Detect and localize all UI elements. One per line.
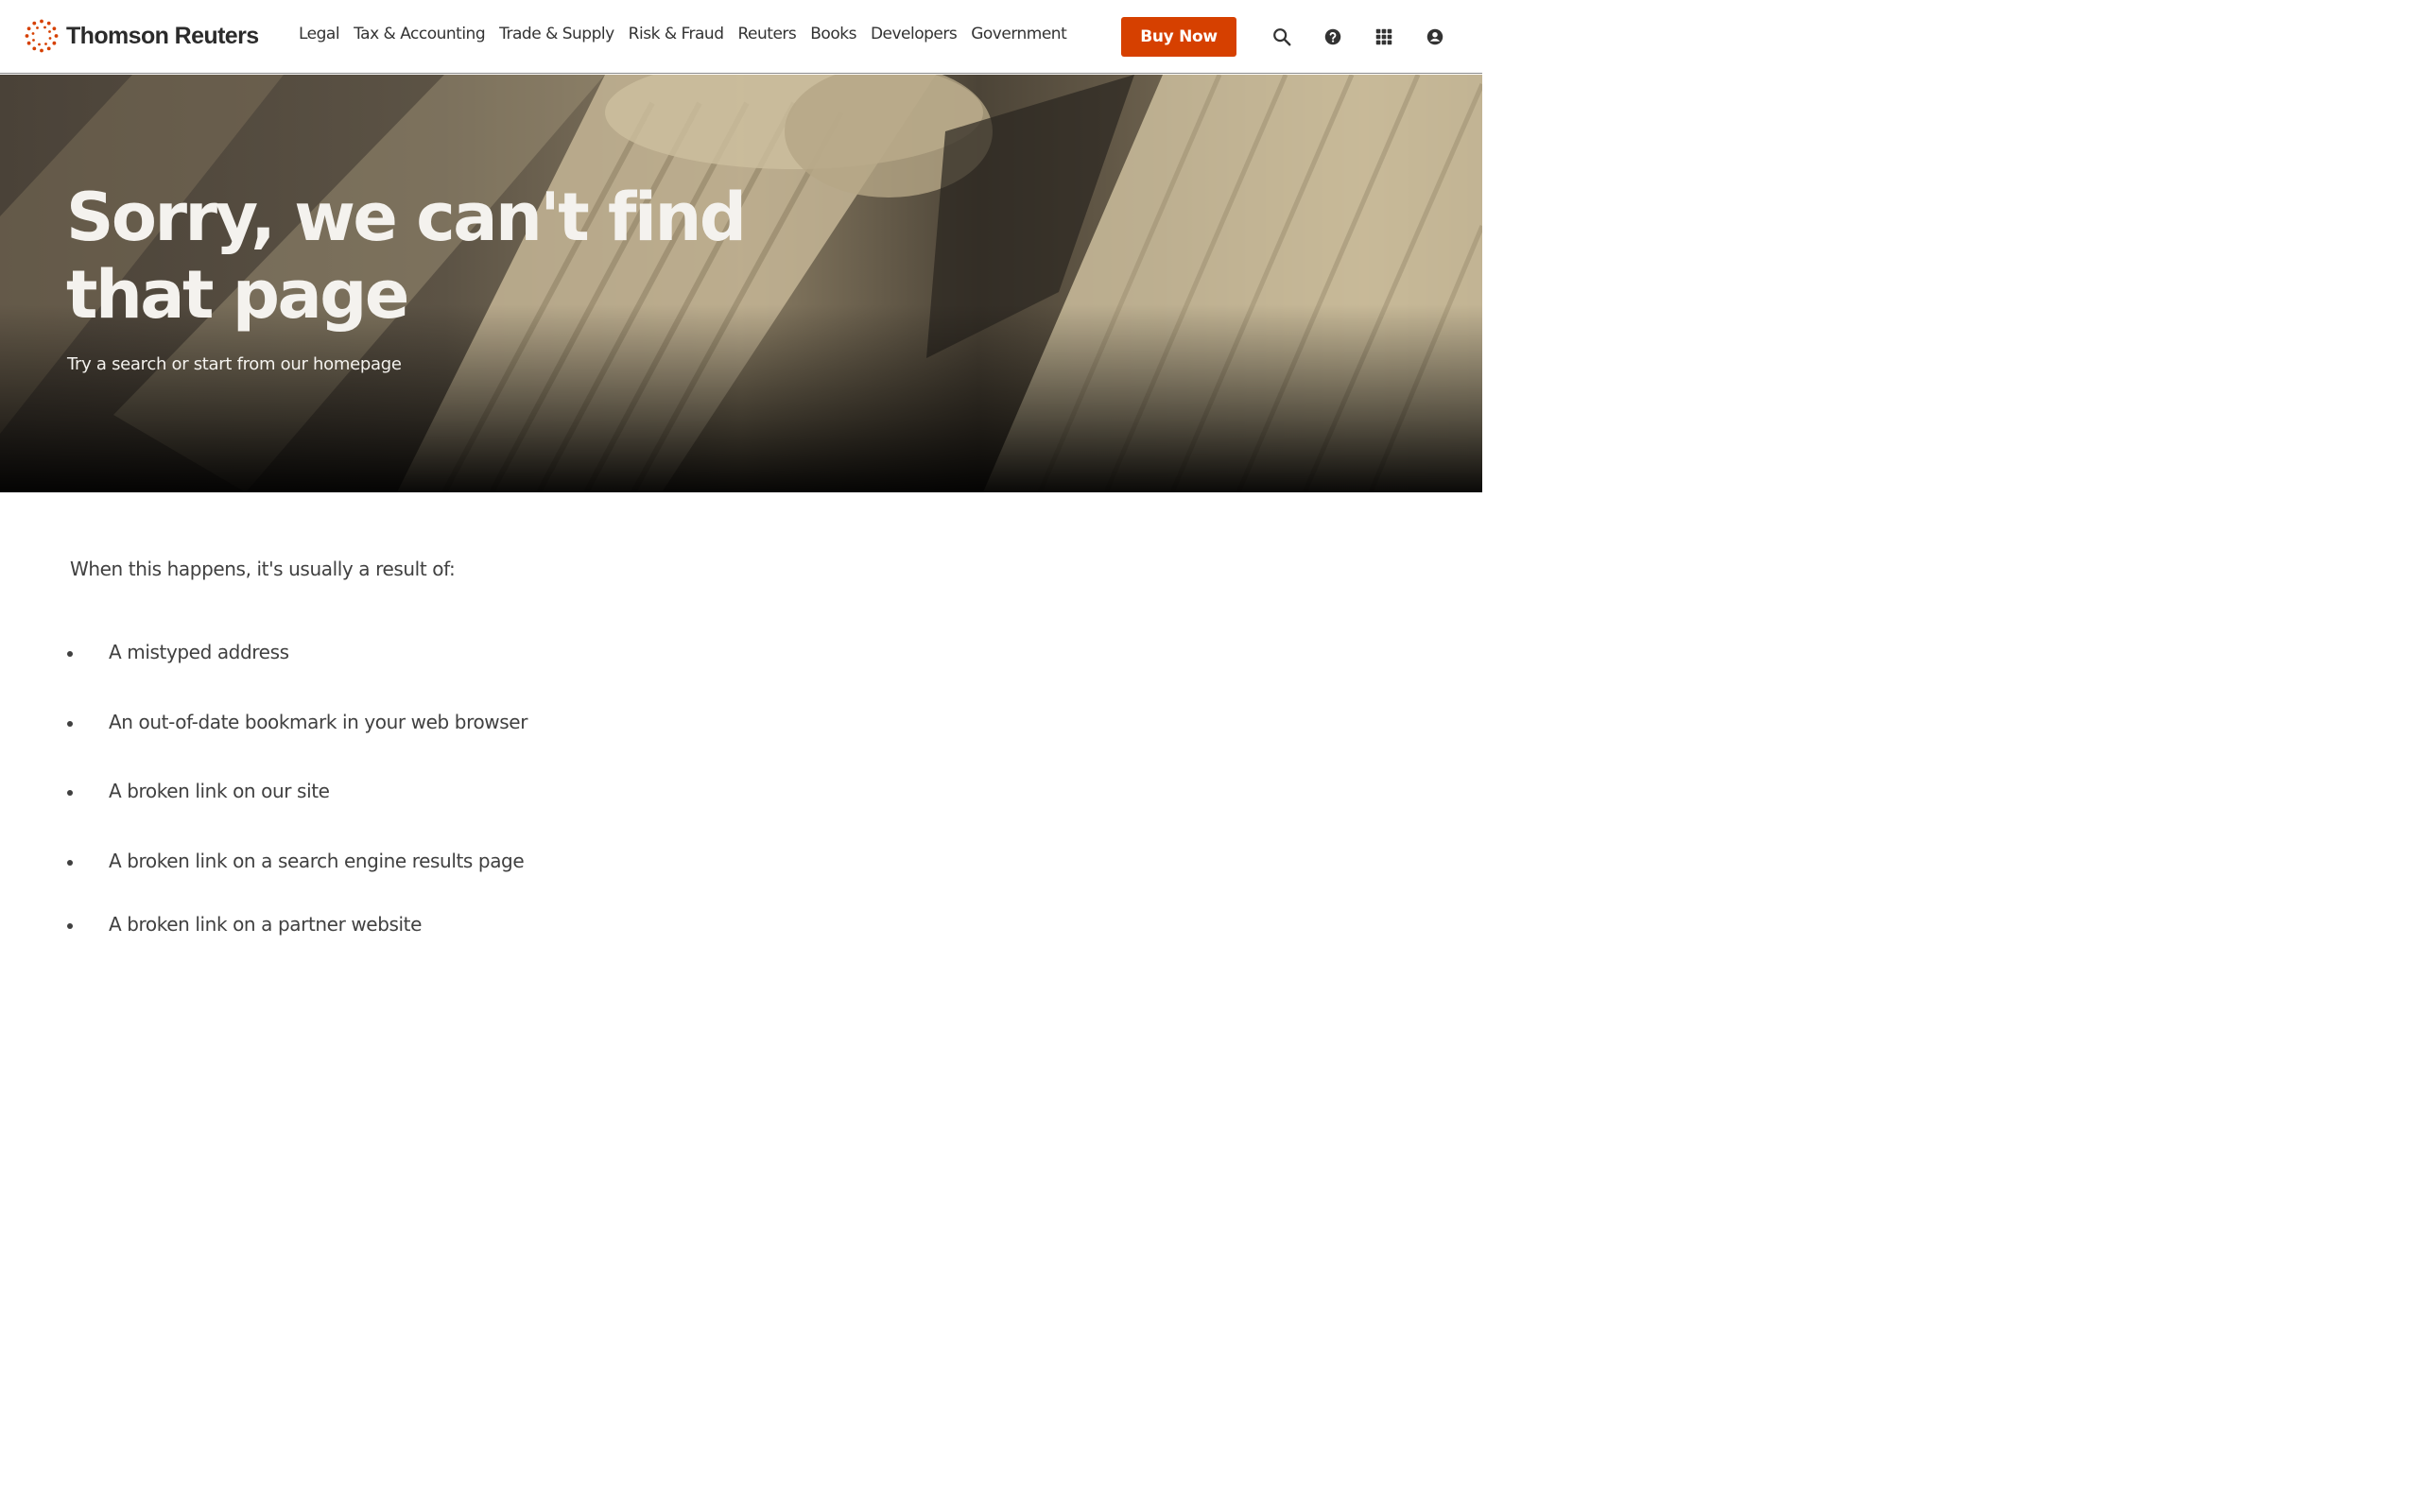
account-button[interactable]	[1423, 25, 1447, 49]
help-button[interactable]	[1321, 25, 1345, 49]
nav-item-developers[interactable]: Developers	[871, 25, 958, 43]
search-icon	[1273, 28, 1291, 46]
apps-grid-icon	[1375, 28, 1392, 45]
page-title-line-1: Sorry, we can't find	[66, 179, 747, 256]
list-item-text: A broken link on a search engine results…	[109, 850, 525, 872]
list-item: A broken link on a search engine results…	[67, 850, 525, 872]
nav-item-tax-accounting[interactable]: Tax & Accounting	[354, 25, 486, 43]
brand-name: Thomson Reuters	[66, 22, 259, 49]
hero-banner: Sorry, we can't find that page Try a sea…	[0, 75, 1482, 492]
list-item: A mistyped address	[67, 641, 289, 663]
nav-item-reuters[interactable]: Reuters	[738, 25, 797, 43]
bullet-icon	[67, 651, 73, 657]
nav-item-legal[interactable]: Legal	[299, 25, 340, 43]
list-item-text: A broken link on our site	[109, 780, 330, 802]
top-navigation-bar: Thomson Reuters Legal Tax & Accounting T…	[0, 0, 1482, 74]
main-nav: Legal Tax & Accounting Trade & Supply Ri…	[299, 25, 1067, 43]
list-item-text: An out-of-date bookmark in your web brow…	[109, 711, 528, 733]
bullet-icon	[67, 860, 73, 866]
thomson-reuters-logo-icon	[25, 19, 59, 53]
help-icon	[1324, 28, 1341, 45]
search-button[interactable]	[1270, 25, 1294, 49]
nav-item-trade-supply[interactable]: Trade & Supply	[499, 25, 614, 43]
bullet-icon	[67, 923, 73, 929]
list-item: An out-of-date bookmark in your web brow…	[67, 711, 528, 733]
list-item: A broken link on our site	[67, 780, 330, 802]
bullet-icon	[67, 721, 73, 727]
page-title: Sorry, we can't find that page	[66, 179, 785, 334]
page-title-line-2: that page	[66, 256, 409, 334]
list-item-text: A broken link on a partner website	[109, 913, 423, 936]
brand-logo-link[interactable]: Thomson Reuters	[25, 19, 259, 53]
hero-subtitle: Try a search or start from our homepage	[67, 354, 402, 374]
nav-item-risk-fraud[interactable]: Risk & Fraud	[629, 25, 724, 43]
list-item: A broken link on a partner website	[67, 913, 423, 936]
intro-text: When this happens, it's usually a result…	[70, 558, 456, 580]
nav-item-books[interactable]: Books	[810, 25, 856, 43]
bullet-icon	[67, 790, 73, 796]
apps-button[interactable]	[1372, 25, 1396, 49]
account-icon	[1426, 28, 1443, 45]
nav-item-government[interactable]: Government	[971, 25, 1067, 43]
list-item-text: A mistyped address	[109, 641, 289, 663]
buy-now-button[interactable]: Buy Now	[1121, 17, 1236, 57]
